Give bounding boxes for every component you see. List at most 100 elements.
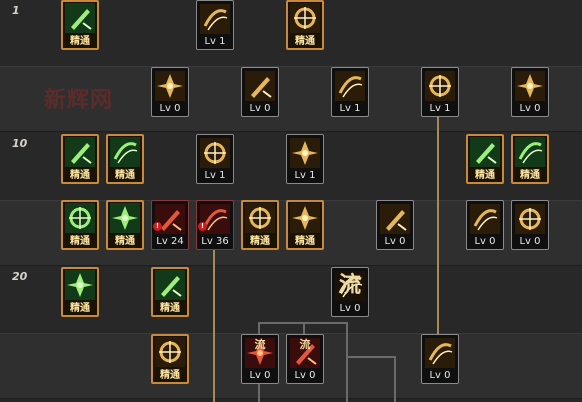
skill-slot[interactable]: 精通 <box>151 334 189 384</box>
flow-strike-icon: 流 <box>245 338 275 368</box>
cross-blade-icon <box>380 204 410 234</box>
skill-level-label: 精通 <box>70 303 90 314</box>
skill-level-label: 精通 <box>70 236 90 247</box>
dash-arrow-icon <box>245 71 275 101</box>
skill-slot[interactable]: 精通 <box>106 200 144 250</box>
prerequisite-line <box>213 248 215 402</box>
skill-slot[interactable]: 精通 <box>61 0 99 50</box>
skill-level-label: Lv 1 <box>204 36 226 47</box>
skill-slot[interactable]: 精通 <box>511 134 549 184</box>
slash-burst-icon <box>200 4 230 34</box>
whirlwind-icon <box>335 71 365 101</box>
skill-level-label: 精通 <box>160 370 180 381</box>
skill-glyph: 流 <box>254 338 266 351</box>
skill-level-label: Lv 0 <box>294 370 316 381</box>
blade-thrust-icon <box>65 137 95 167</box>
skill-slot[interactable]: Lv 0 <box>421 334 459 384</box>
great-sword-icon <box>65 203 95 233</box>
wing-slash-icon <box>155 71 185 101</box>
skill-slot[interactable]: Lv 0 <box>151 67 189 117</box>
skill-level-label: 精通 <box>115 236 135 247</box>
skill-level-label: Lv 1 <box>294 170 316 181</box>
skill-level-label: Lv 1 <box>339 103 361 114</box>
sweep-slash-icon <box>290 3 320 33</box>
skill-slot[interactable]: 精通 <box>286 0 324 50</box>
skill-glyph: 流 <box>338 273 361 298</box>
flame-slash-icon <box>515 204 545 234</box>
crescent-moon-icon <box>470 204 500 234</box>
ground-burst-icon <box>200 138 230 168</box>
skill-level-label: Lv 36 <box>201 236 229 247</box>
cross-shield-icon <box>425 71 455 101</box>
lightning-blade-icon <box>65 270 95 300</box>
flow-kanji-icon: 流 <box>335 271 365 301</box>
skill-slot[interactable]: 精通 <box>61 200 99 250</box>
skill-level-label: 精通 <box>160 303 180 314</box>
skill-slot[interactable]: Lv 1 <box>331 67 369 117</box>
skill-level-label: Lv 1 <box>204 170 226 181</box>
skill-slot[interactable]: ! Lv 36 <box>196 200 234 250</box>
skill-level-label: Lv 0 <box>339 303 361 314</box>
skill-level-label: 精通 <box>295 236 315 247</box>
skill-level-label: Lv 0 <box>429 370 451 381</box>
leaping-warrior-icon <box>245 203 275 233</box>
skill-level-label: Lv 0 <box>519 103 541 114</box>
crescent-arrow-icon <box>515 137 545 167</box>
skill-slot[interactable]: ! Lv 24 <box>151 200 189 250</box>
skill-slot[interactable]: 精通 <box>61 134 99 184</box>
skill-level-label: Lv 0 <box>519 236 541 247</box>
explosion-icon <box>470 137 500 167</box>
skill-tree: 1 10 20 新辉网 精通 Lv 1 精通 Lv 0 Lv 0 Lv 1 Lv 1 Lv 0… <box>0 0 582 402</box>
skill-level-label: Lv 24 <box>156 236 184 247</box>
skill-level-label: Lv 0 <box>159 103 181 114</box>
sword-shield-icon <box>65 3 95 33</box>
skill-slot[interactable]: 流 Lv 0 <box>241 334 279 384</box>
flow-crescent-icon: 流 <box>290 338 320 368</box>
star-burst-icon <box>110 203 140 233</box>
skill-slot[interactable]: 流 Lv 0 <box>286 334 324 384</box>
skill-slot[interactable]: Lv 1 <box>196 134 234 184</box>
skill-level-label: 精通 <box>520 170 540 181</box>
skill-level-label: 精通 <box>475 170 495 181</box>
skill-slot[interactable]: 精通 <box>106 134 144 184</box>
skill-slot[interactable]: 精通 <box>466 134 504 184</box>
skill-glyph: 流 <box>299 338 311 351</box>
skill-slot[interactable]: Lv 1 <box>421 67 459 117</box>
skill-level-label: Lv 0 <box>384 236 406 247</box>
kneeling-warrior-icon <box>290 203 320 233</box>
skill-level-label: 精通 <box>70 36 90 47</box>
skill-slot[interactable]: Lv 0 <box>511 67 549 117</box>
level-label: 10 <box>12 137 28 150</box>
skill-slot[interactable]: 精通 <box>61 267 99 317</box>
prerequisite-line <box>303 322 305 334</box>
skill-slot[interactable]: Lv 1 <box>196 0 234 50</box>
skill-slot[interactable]: Lv 0 <box>241 67 279 117</box>
prerequisite-line <box>394 356 396 402</box>
spiral-slash-icon <box>290 138 320 168</box>
level-label: 20 <box>12 270 28 283</box>
prerequisite-line <box>437 112 439 338</box>
skill-level-label: Lv 0 <box>474 236 496 247</box>
watermark: 新辉网 <box>44 88 114 113</box>
feather-blade-icon <box>155 270 185 300</box>
skill-slot[interactable]: 精通 <box>241 200 279 250</box>
prerequisite-line <box>346 356 396 358</box>
skill-slot[interactable]: Lv 1 <box>286 134 324 184</box>
skill-level-label: Lv 1 <box>429 103 451 114</box>
skill-level-label: Lv 0 <box>249 103 271 114</box>
skill-slot[interactable]: Lv 0 <box>511 200 549 250</box>
level-label: 1 <box>12 4 20 17</box>
skill-slot[interactable]: 精通 <box>286 200 324 250</box>
skill-slot[interactable]: 精通 <box>151 267 189 317</box>
rising-arrow-icon <box>155 337 185 367</box>
skill-slot[interactable]: Lv 0 <box>466 200 504 250</box>
skill-slot[interactable]: Lv 0 <box>376 200 414 250</box>
sword-pierce-icon <box>425 338 455 368</box>
skill-slot[interactable]: 流 Lv 0 <box>331 267 369 317</box>
prerequisite-line <box>346 322 348 402</box>
skill-level-label: 精通 <box>295 36 315 47</box>
skill-level-label: 精通 <box>70 170 90 181</box>
skill-level-label: 精通 <box>115 170 135 181</box>
alert-badge: ! <box>153 222 162 231</box>
alert-badge: ! <box>198 222 207 231</box>
